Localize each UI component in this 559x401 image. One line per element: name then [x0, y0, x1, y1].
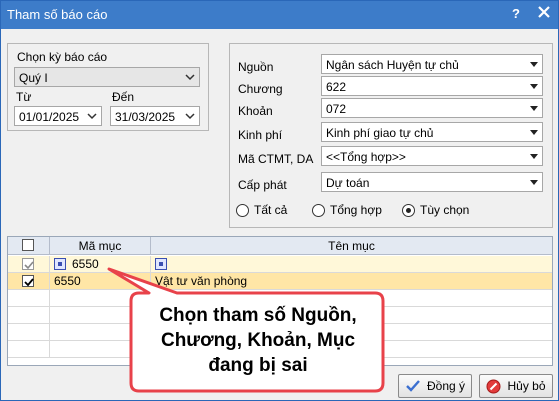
callout-line: đang bị sai	[208, 355, 308, 376]
callout-text: Chọn tham số Nguồn, Chương, Khoản, Mục đ…	[141, 303, 375, 378]
callout-line: Chọn tham số Nguồn,	[159, 305, 357, 326]
cancel-button-label: Hủy bỏ	[507, 379, 546, 393]
ok-button-label: Đồng ý	[426, 379, 466, 393]
cancel-icon	[486, 379, 501, 393]
report-parameters-dialog: Tham số báo cáo ? Chọn kỳ báo cáo Quý I …	[0, 0, 559, 401]
checkmark-icon	[406, 380, 420, 392]
cancel-button[interactable]: Hủy bỏ	[479, 374, 553, 398]
callout-line: Chương, Khoản, Mục	[160, 330, 356, 351]
ok-button[interactable]: Đồng ý	[398, 374, 472, 398]
